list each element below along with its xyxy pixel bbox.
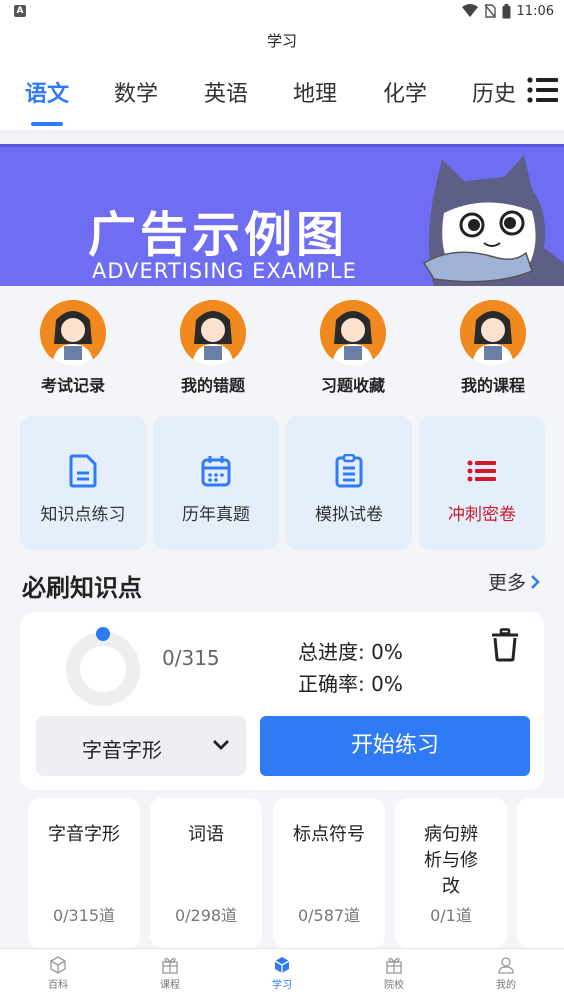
divider [0,130,564,144]
nav-label: 院校 [384,980,404,991]
more-label: 更多 [487,572,526,594]
nav-profile[interactable]: 我的 [476,955,536,991]
clipboard-icon [335,454,363,488]
wifi-icon [461,4,478,17]
app-screen: A 11:06 学习 语文 数学 英语 地理 化学 历史 广告示例图 ADVER… [0,0,564,994]
tab-geography[interactable]: 地理 [293,76,337,108]
document-icon [69,454,97,488]
page-title: 学习 [0,22,564,62]
category-name: 标点符号 [293,824,365,845]
menu-icon[interactable] [526,76,560,104]
tab-english[interactable]: 英语 [204,76,248,108]
list-icon [467,460,496,482]
nav-label: 我的 [496,980,516,991]
calendar-icon [201,456,231,487]
nav-courses[interactable]: 课程 [140,955,200,991]
sprint-exam-card[interactable]: 冲刺密卷 [419,416,545,550]
tab-chinese[interactable]: 语文 [25,76,69,108]
total-progress: 总进度: 0% [298,640,403,664]
avatar [40,300,106,366]
exam-records-link[interactable]: 考试记录 [18,300,128,396]
quick-links: 考试记录 我的错题 习题收藏 我的课程 [0,286,564,406]
progress-count: 0/315 [162,646,220,670]
category-name: 词语 [188,824,224,845]
ad-banner[interactable]: 广告示例图 ADVERTISING EXAMPLE [0,144,564,286]
nav-label: 学习 [272,980,292,991]
avatar [180,300,246,366]
nav-label: 百科 [48,980,68,991]
trash-icon[interactable] [490,628,520,662]
quick-link-label: 我的课程 [460,376,525,395]
avatar [460,300,526,366]
progress-ring [66,627,140,706]
category-card-partial[interactable] [517,798,564,948]
quick-link-label: 我的错题 [180,376,245,395]
tool-cards: 知识点练习 历年真题 模拟试卷 冲刺密卷 [0,416,564,550]
category-count: 0/315道 [52,906,116,925]
category-name: 字音字形 [48,824,120,845]
tool-label: 冲刺密卷 [448,505,516,525]
wrong-questions-link[interactable]: 我的错题 [158,300,268,396]
category-card[interactable]: 病句辨析与修改 0/1道 [395,798,507,948]
cube-icon [50,956,66,974]
cat-illustration [422,155,564,286]
gift-icon [162,957,178,974]
select-value: 字音字形 [82,738,162,762]
mock-exam-card[interactable]: 模拟试卷 [286,416,412,550]
notification-icon: A [14,5,26,17]
category-card[interactable]: 词语 0/298道 [150,798,262,948]
gift-icon [386,957,402,974]
user-icon [498,957,514,974]
nav-encyclopedia[interactable]: 百科 [28,955,88,991]
tab-math[interactable]: 数学 [114,76,158,108]
category-card[interactable]: 标点符号 0/587道 [273,798,385,948]
bottom-nav: 百科 课程 学习 院校 我的 [0,948,564,994]
tab-chemistry[interactable]: 化学 [383,76,427,108]
favorites-link[interactable]: 习题收藏 [298,300,408,396]
tool-label: 知识点练习 [40,505,126,525]
tool-label: 历年真题 [182,505,250,525]
section-header: 必刷知识点 更多 [0,556,564,606]
chevron-right-icon [531,574,540,589]
category-count: 0/1道 [430,906,472,925]
my-courses-link[interactable]: 我的课程 [438,300,548,396]
battery-icon [502,3,511,18]
nav-study[interactable]: 学习 [252,955,312,991]
category-count: 0/298道 [174,906,238,925]
tool-label: 模拟试卷 [315,505,383,525]
quick-link-label: 习题收藏 [320,376,385,395]
no-sim-icon [483,4,496,18]
category-name: 病句辨析与修改 [424,824,478,897]
past-exams-card[interactable]: 历年真题 [153,416,279,550]
cube-filled-icon [274,957,290,973]
status-bar: A 11:06 [0,0,564,22]
start-practice-button[interactable]: 开始练习 [260,716,530,776]
tab-history[interactable]: 历史 [472,76,516,108]
topic-select[interactable]: 字音字形 [36,716,246,776]
nav-label: 课程 [160,980,180,991]
category-card[interactable]: 字音字形 0/315道 [28,798,140,948]
knowledge-practice-card[interactable]: 知识点练习 [20,416,146,550]
category-list: 字音字形 0/315道 词语 0/298道 标点符号 0/587道 病句辨析与修… [0,798,564,948]
chevron-down-icon [213,740,229,750]
category-count: 0/587道 [297,906,361,925]
accuracy-rate: 正确率: 0% [298,672,403,696]
more-link[interactable]: 更多 [488,568,540,595]
clock: 11:06 [516,3,554,19]
nav-schools[interactable]: 院校 [364,955,424,991]
active-tab-indicator [31,122,63,126]
quick-link-label: 考试记录 [40,376,105,395]
section-title: 必刷知识点 [22,574,142,602]
banner-title: 广告示例图 [88,207,349,263]
subject-tabs: 语文 数学 英语 地理 化学 历史 [0,62,564,130]
progress-card: 0/315 总进度: 0% 正确率: 0% 字音字形 开始练习 [20,612,544,790]
banner-subtitle: ADVERTISING EXAMPLE [92,259,357,283]
avatar [320,300,386,366]
